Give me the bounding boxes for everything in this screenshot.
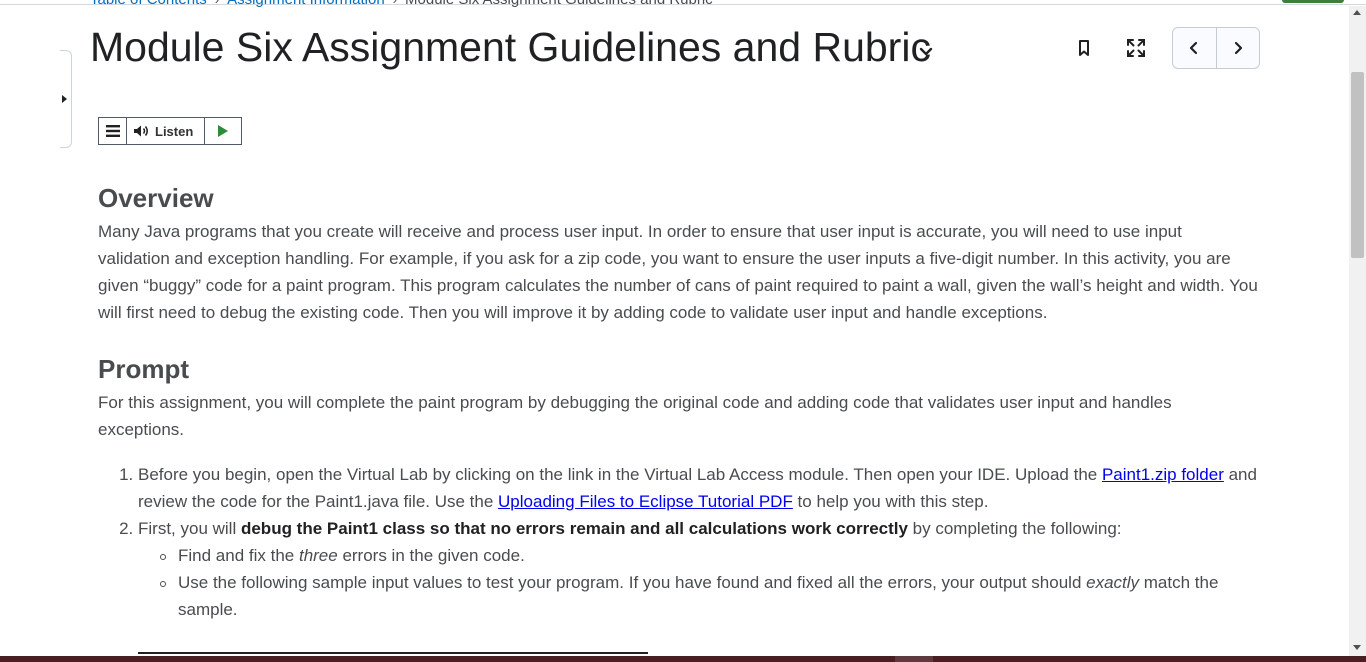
speaker-icon	[134, 125, 148, 137]
breadcrumb-link-assignment-info[interactable]: Assignment Information	[227, 0, 385, 8]
bullet-icon	[160, 554, 166, 560]
listen-play-button[interactable]	[205, 118, 241, 144]
topic-navigation	[1172, 27, 1260, 69]
list-item: Before you begin, open the Virtual Lab b…	[138, 461, 1258, 515]
sub2-italic: exactly	[1086, 573, 1140, 592]
prompt-steps-list: Before you begin, open the Virtual Lab b…	[98, 461, 1258, 623]
step1-text: Before you begin, open the Virtual Lab b…	[138, 465, 1102, 484]
play-icon	[218, 125, 228, 137]
sub1-text: Find and fix the	[178, 546, 299, 565]
step2-sublist: Find and fix the three errors in the giv…	[138, 542, 1258, 623]
scrollbar-thumb[interactable]	[1351, 72, 1364, 258]
next-topic-button[interactable]	[1215, 28, 1259, 68]
list-item: Use the following sample input values to…	[138, 569, 1258, 623]
listen-toolbar: Listen	[98, 117, 242, 145]
scrollbar[interactable]	[1349, 6, 1366, 656]
top-accent	[1282, 0, 1344, 3]
breadcrumb-current: Module Six Assignment Guidelines and Rub…	[405, 0, 713, 8]
breadcrumb-separator-icon: ›	[215, 0, 219, 7]
step2-text-end: by completing the following:	[907, 519, 1122, 538]
list-item: First, you will debug the Paint1 class s…	[138, 515, 1258, 623]
fullscreen-icon[interactable]	[1124, 36, 1148, 60]
overview-paragraph: Many Java programs that you create will …	[98, 222, 1258, 322]
breadcrumb: Table of Contents › Assignment Information…	[90, 0, 713, 8]
bookmark-icon[interactable]	[1073, 36, 1095, 60]
page-title: Module Six Assignment Guidelines and Rub…	[90, 24, 931, 70]
step1-text-end: to help you with this step.	[792, 492, 989, 511]
scroll-up-icon[interactable]	[1353, 10, 1361, 15]
taskbar	[0, 656, 1366, 662]
sub1-italic: three	[298, 546, 338, 565]
prompt-paragraph: For this assignment, you will complete t…	[98, 393, 1172, 439]
sub1-text-end: errors in the given code.	[337, 546, 525, 565]
bullet-icon	[160, 581, 166, 587]
scroll-down-icon[interactable]	[1353, 645, 1361, 650]
overview-heading: Overview	[98, 183, 214, 213]
paint1-zip-link[interactable]: Paint1.zip folder	[1102, 465, 1224, 484]
listen-button[interactable]: Listen	[127, 118, 205, 144]
breadcrumb-link-toc[interactable]: Table of Contents	[90, 0, 207, 8]
eclipse-tutorial-link[interactable]: Uploading Files to Eclipse Tutorial PDF	[498, 492, 793, 511]
chevron-down-icon[interactable]	[915, 40, 937, 62]
side-panel-toggle[interactable]	[60, 50, 72, 148]
breadcrumb-separator-icon: ›	[393, 0, 397, 7]
prompt-heading: Prompt	[98, 354, 189, 384]
listen-menu-button[interactable]	[99, 118, 127, 144]
chevron-left-icon	[1190, 41, 1198, 55]
step2-bold: debug the Paint1 class so that no errors…	[240, 519, 908, 538]
chevron-right-icon	[1234, 41, 1243, 55]
taskbar-segment	[895, 656, 933, 662]
hamburger-icon	[105, 125, 120, 137]
list-item: Find and fix the three errors in the giv…	[138, 542, 1258, 569]
step2-text: First, you will	[138, 519, 241, 538]
previous-topic-button[interactable]	[1173, 28, 1216, 68]
sub2-text: Use the following sample input values to…	[178, 573, 1087, 592]
caret-right-icon	[62, 95, 67, 103]
listen-label: Listen	[155, 123, 194, 139]
